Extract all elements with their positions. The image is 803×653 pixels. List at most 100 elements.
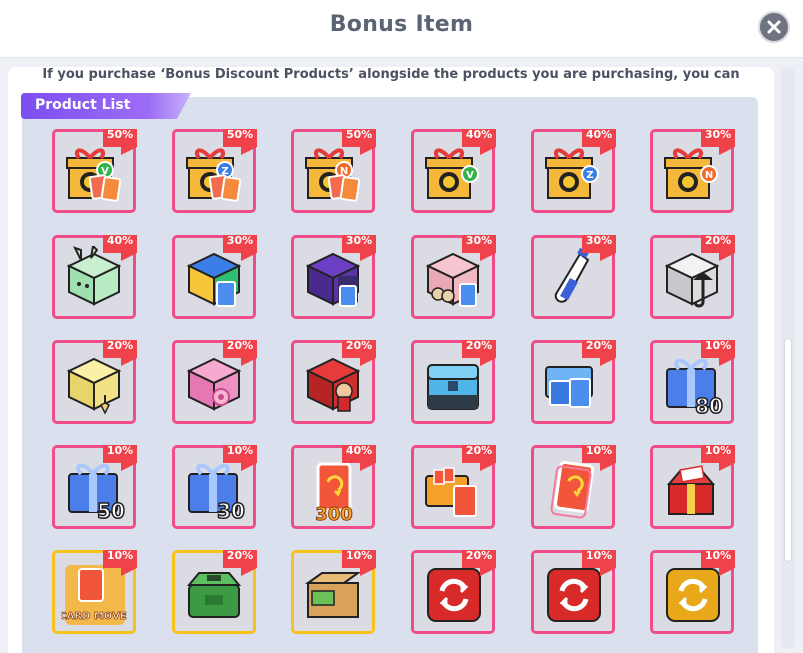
discount-label: 10% — [106, 444, 134, 457]
product-item[interactable]: 20% — [172, 339, 257, 424]
product-item[interactable]: 20% — [531, 338, 618, 424]
svg-text:30: 30 — [217, 499, 245, 522]
product-item[interactable]: 30% — [172, 234, 257, 319]
discount-label: 30% — [465, 234, 493, 247]
product-item[interactable]: 30% — [291, 233, 378, 319]
discount-badge: 20% — [460, 443, 498, 473]
product-list-tab: Product List — [21, 93, 191, 119]
discount-badge: 20% — [101, 338, 139, 368]
product-list-label: Product List — [35, 97, 131, 113]
discount-badge: 20% — [340, 338, 378, 368]
dialog-title: Bonus Item — [329, 12, 474, 37]
discount-badge: 10% — [101, 443, 139, 473]
product-item[interactable]: Z 50% — [172, 127, 259, 213]
discount-badge: 20% — [221, 548, 259, 578]
discount-badge: 50% — [221, 127, 259, 157]
discount-badge: 20% — [699, 233, 737, 263]
svg-text:50: 50 — [97, 499, 125, 522]
product-item[interactable]: 30 10% — [172, 443, 259, 529]
discount-label: 10% — [585, 444, 613, 457]
product-item[interactable]: 20% — [172, 548, 259, 634]
discount-label: 10% — [585, 549, 613, 562]
svg-text:CARD MOVE: CARD MOVE — [61, 611, 127, 622]
svg-text:N: N — [705, 170, 713, 181]
discount-label: 40% — [465, 128, 493, 141]
discount-badge: 30% — [699, 127, 737, 157]
discount-label: 50% — [106, 128, 134, 141]
discount-badge: 30% — [580, 233, 618, 263]
discount-label: 30% — [585, 234, 613, 247]
product-item[interactable]: 30% — [531, 233, 618, 319]
discount-label: 20% — [345, 339, 373, 352]
discount-label: 30% — [704, 128, 732, 141]
product-item[interactable]: Z 40% — [531, 127, 618, 213]
product-item[interactable]: V 40% — [411, 127, 498, 213]
product-item[interactable]: 300 40% — [291, 443, 378, 529]
discount-label: 50% — [226, 128, 254, 141]
discount-badge: 40% — [580, 127, 618, 157]
discount-label: 20% — [465, 339, 493, 352]
discount-label: 50% — [345, 128, 373, 141]
discount-badge: 40% — [460, 127, 498, 157]
product-item[interactable]: 10% — [650, 548, 737, 634]
product-item[interactable]: 30% — [411, 234, 496, 319]
discount-label: 30% — [226, 234, 254, 247]
close-icon — [767, 20, 781, 34]
discount-badge: 20% — [460, 338, 498, 368]
discount-label: 20% — [704, 234, 732, 247]
product-item[interactable]: 10% — [531, 548, 618, 634]
discount-label: 20% — [106, 339, 134, 352]
discount-label: 40% — [106, 234, 134, 247]
discount-badge: 10% — [101, 548, 139, 578]
discount-label: 30% — [345, 234, 373, 247]
product-item[interactable]: N 30% — [650, 127, 737, 213]
product-item[interactable]: 50 10% — [52, 443, 139, 529]
discount-label: 10% — [345, 549, 373, 562]
discount-badge: 10% — [699, 338, 737, 368]
discount-label: 20% — [226, 339, 254, 352]
discount-label: 10% — [226, 444, 254, 457]
discount-badge: 10% — [340, 548, 378, 578]
scrollbar-thumb[interactable] — [784, 338, 792, 562]
product-item[interactable]: 20% — [411, 443, 498, 529]
discount-badge: 10% — [580, 443, 618, 473]
svg-text:Z: Z — [586, 170, 593, 181]
discount-badge: 10% — [699, 548, 737, 578]
discount-label: 10% — [704, 549, 732, 562]
discount-label: 10% — [704, 444, 732, 457]
discount-badge: 40% — [101, 233, 139, 263]
discount-badge: 50% — [340, 127, 378, 157]
discount-label: 10% — [106, 549, 134, 562]
discount-label: 40% — [585, 128, 613, 141]
product-item[interactable]: V 50% — [52, 127, 139, 213]
discount-label: 40% — [345, 444, 373, 457]
svg-text:300: 300 — [315, 504, 353, 522]
product-item[interactable]: 80 10% — [650, 338, 737, 424]
discount-badge: 20% — [460, 548, 498, 578]
discount-badge: 10% — [221, 443, 259, 473]
discount-badge: 10% — [580, 548, 618, 578]
product-item[interactable]: 10% — [650, 444, 735, 529]
product-item[interactable]: 10% — [531, 443, 618, 529]
discount-badge: 50% — [101, 127, 139, 157]
product-item[interactable]: 20% — [52, 338, 139, 424]
product-item[interactable]: 20% — [291, 338, 378, 424]
discount-label: 10% — [704, 339, 732, 352]
product-item[interactable]: 10% — [291, 548, 378, 634]
discount-badge: 40% — [340, 443, 378, 473]
product-item[interactable]: 20% — [411, 548, 498, 634]
product-item[interactable]: CARD MOVE 10% — [52, 548, 139, 634]
svg-text:V: V — [466, 170, 474, 181]
product-item[interactable]: N 50% — [291, 127, 378, 213]
discount-badge: 30% — [340, 233, 378, 263]
discount-label: 20% — [465, 444, 493, 457]
notice-text: If you purchase ‘Bonus Discount Products… — [42, 67, 740, 82]
product-item[interactable]: 20% — [411, 338, 498, 424]
content-panel: If you purchase ‘Bonus Discount Products… — [8, 67, 774, 653]
svg-text:80: 80 — [695, 394, 723, 417]
discount-badge: 20% — [580, 338, 618, 368]
close-button[interactable] — [758, 11, 790, 43]
product-item[interactable]: 20% — [650, 233, 737, 319]
product-item[interactable]: 40% — [52, 233, 139, 319]
discount-label: 20% — [585, 339, 613, 352]
